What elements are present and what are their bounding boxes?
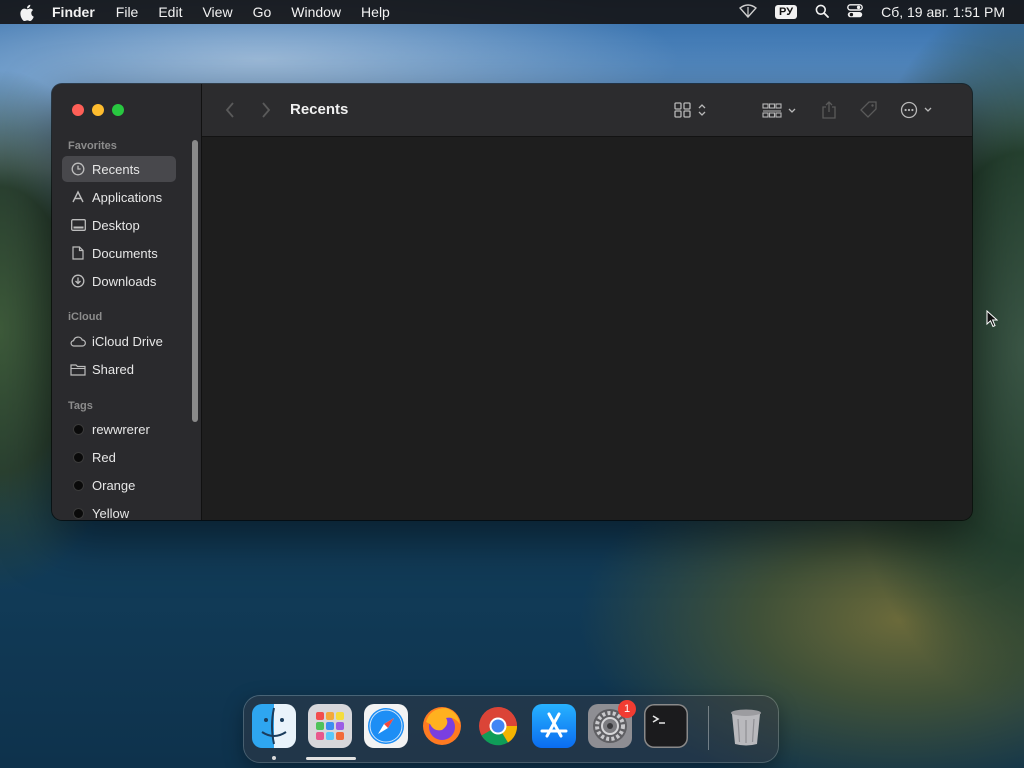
menu-app-name[interactable]: Finder <box>52 4 95 20</box>
finder-icon <box>261 707 287 745</box>
terminal-icon <box>652 715 665 724</box>
clock[interactable]: Сб, 19 авг. 1:51 PM <box>881 4 1005 20</box>
sidebar-item-label: Recents <box>92 161 140 177</box>
sidebar: Favorites Recents Applications Desktop D… <box>52 84 202 520</box>
dock-app-store[interactable] <box>532 704 576 748</box>
icon-view-icon[interactable] <box>674 98 710 122</box>
wifi-icon[interactable] <box>739 3 758 21</box>
tag-dot-icon <box>70 477 86 493</box>
icloud-header: iCloud <box>68 311 103 323</box>
toolbar: Recents <box>202 84 972 137</box>
document-icon <box>70 245 86 261</box>
sidebar-item-label: Orange <box>92 477 136 493</box>
tag-dot-icon <box>70 505 86 520</box>
zoom-button[interactable] <box>112 104 124 116</box>
sidebar-item-applications[interactable]: Applications <box>62 184 176 210</box>
menu-help[interactable]: Help <box>361 4 390 20</box>
menu-view[interactable]: View <box>202 4 232 20</box>
sidebar-tag-rewwrerer[interactable]: rewwrerer <box>62 416 176 442</box>
sidebar-item-downloads[interactable]: Downloads <box>62 268 176 294</box>
chrome-icon <box>479 707 518 746</box>
finder-window: Favorites Recents Applications Desktop D… <box>52 84 972 520</box>
sidebar-item-desktop[interactable]: Desktop <box>62 212 176 238</box>
window-title: Recents <box>290 101 349 118</box>
sidebar-item-label: Desktop <box>92 217 140 233</box>
dock-terminal[interactable] <box>644 704 688 748</box>
menu-edit[interactable]: Edit <box>158 4 182 20</box>
dock-launchpad[interactable] <box>308 704 352 748</box>
sidebar-item-recents[interactable]: Recents <box>62 156 176 182</box>
window-controls <box>72 104 132 116</box>
sidebar-item-label: rewwrerer <box>92 421 150 437</box>
share-icon[interactable] <box>820 98 838 122</box>
tag-dot-icon <box>70 421 86 437</box>
spotlight-search-icon[interactable] <box>815 4 829 21</box>
dock-separator <box>708 706 709 750</box>
sidebar-item-label: Downloads <box>92 273 157 289</box>
dock: 1 <box>244 696 778 762</box>
tag-icon[interactable] <box>858 98 880 122</box>
dock-safari[interactable] <box>364 704 408 748</box>
dock-chrome[interactable] <box>476 704 520 748</box>
sidebar-tag-orange[interactable]: Orange <box>62 472 176 498</box>
menu-window[interactable]: Window <box>291 4 341 20</box>
input-language-badge[interactable]: РУ <box>775 5 798 19</box>
applications-icon <box>70 189 86 205</box>
sidebar-item-label: Applications <box>92 189 163 205</box>
dock-finder[interactable] <box>252 704 296 748</box>
app-store-icon <box>540 712 568 738</box>
sidebar-tag-red[interactable]: Red <box>62 444 176 470</box>
sidebar-tag-yellow[interactable]: Yellow <box>62 500 176 520</box>
sidebar-item-label: Red <box>92 449 116 465</box>
close-button[interactable] <box>72 104 84 116</box>
trash-icon <box>731 709 761 746</box>
apple-icon[interactable] <box>18 3 34 21</box>
menu-go[interactable]: Go <box>253 4 272 20</box>
safari-icon <box>368 708 404 744</box>
dock-firefox[interactable] <box>420 704 464 748</box>
cloud-icon <box>70 333 86 349</box>
group-by-icon[interactable] <box>762 98 800 122</box>
sidebar-item-label: Shared <box>92 361 134 377</box>
sidebar-scrollbar[interactable] <box>192 140 198 422</box>
menu-bar: Finder File Edit View Go Window Help РУ … <box>0 0 1024 24</box>
favorites-header: Favorites <box>68 140 117 152</box>
shared-folder-icon <box>70 361 86 377</box>
firefox-icon <box>423 707 461 745</box>
sidebar-item-documents[interactable]: Documents <box>62 240 176 266</box>
more-actions-icon[interactable] <box>900 98 936 122</box>
minimize-button[interactable] <box>92 104 104 116</box>
back-icon[interactable] <box>222 98 238 122</box>
launchpad-icon <box>316 712 344 740</box>
notification-badge: 1 <box>618 700 636 718</box>
menu-file[interactable]: File <box>116 4 139 20</box>
clock-icon <box>70 161 86 177</box>
mouse-cursor-icon <box>986 309 999 333</box>
tag-dot-icon <box>70 449 86 465</box>
forward-icon[interactable] <box>258 98 274 122</box>
download-icon <box>70 273 86 289</box>
desktop-icon <box>70 217 86 233</box>
dock-trash[interactable] <box>724 704 768 748</box>
sidebar-item-label: Yellow <box>92 505 130 521</box>
dock-scroll-indicator <box>306 757 356 760</box>
control-center-icon[interactable] <box>847 3 863 21</box>
sidebar-item-shared[interactable]: Shared <box>62 356 176 382</box>
sidebar-item-icloud-drive[interactable]: iCloud Drive <box>62 328 176 354</box>
running-indicator <box>272 756 276 760</box>
sidebar-item-label: iCloud Drive <box>92 333 163 349</box>
tags-header: Tags <box>68 400 93 412</box>
file-content-area[interactable] <box>202 137 972 520</box>
sidebar-item-label: Documents <box>92 245 158 261</box>
